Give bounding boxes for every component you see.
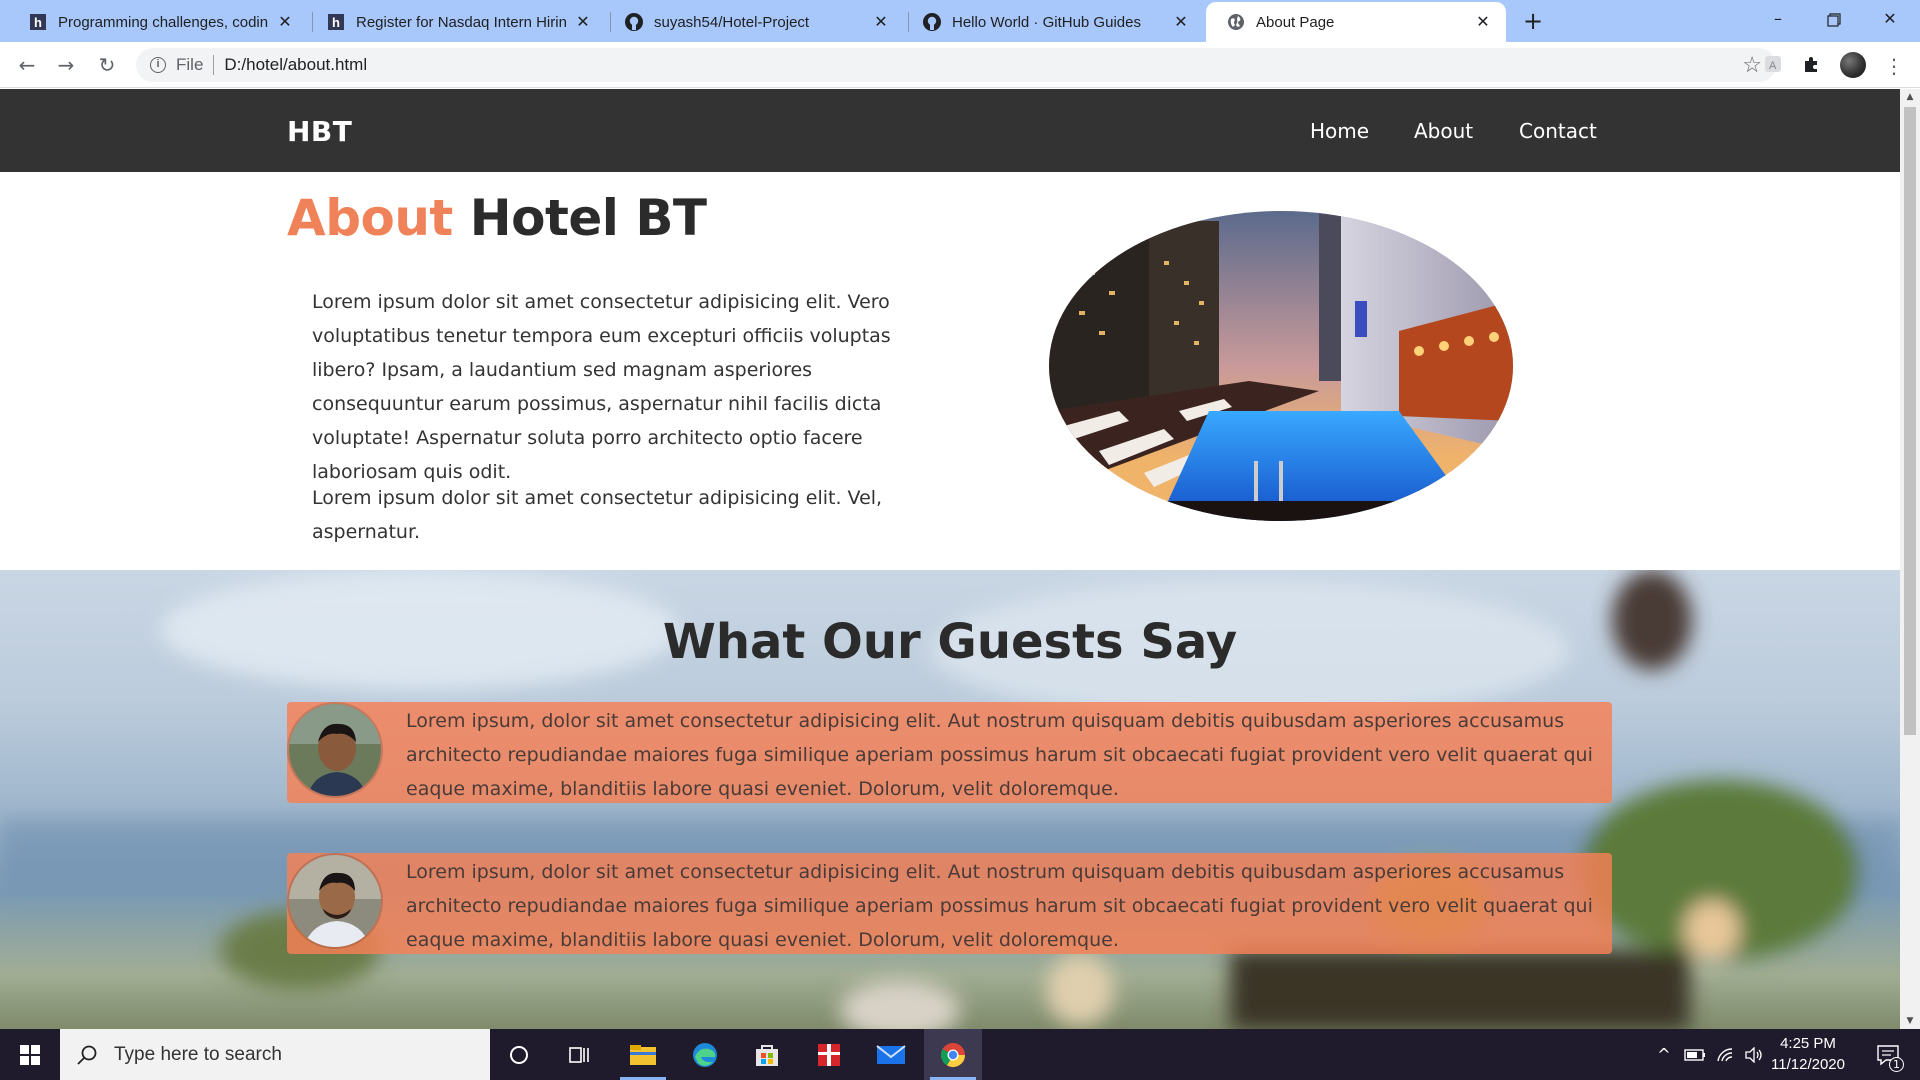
nav-link-home[interactable]: Home [1310, 119, 1369, 143]
search-placeholder: Type here to search [114, 1043, 282, 1065]
browser-toolbar: ← → ↻ i File D:/hotel/about.html ☆ A ⋮ [0, 42, 1920, 88]
reload-button[interactable]: ↻ [93, 51, 121, 79]
profile-avatar[interactable] [1840, 52, 1866, 78]
url-text: D:/hotel/about.html [224, 55, 368, 74]
close-tab-icon[interactable]: ✕ [1474, 13, 1492, 31]
testimonial-text: Lorem ipsum, dolor sit amet consectetur … [406, 710, 1593, 800]
svg-text:h: h [34, 15, 42, 30]
windows-taskbar: Type here to search ^ 4:25 PM 11/12/2020… [0, 1029, 1920, 1080]
tab-title: suyash54/Hotel-Project [654, 13, 810, 31]
menu-kebab-icon[interactable]: ⋮ [1882, 54, 1906, 78]
testimonial-card: Lorem ipsum, dolor sit amet consectetur … [287, 702, 1612, 803]
taskbar-store[interactable] [738, 1029, 796, 1080]
svg-text:A: A [1769, 60, 1777, 72]
task-view-button[interactable] [550, 1029, 608, 1080]
tab-title: Hello World · GitHub Guides [952, 13, 1141, 31]
restore-button[interactable] [1804, 0, 1864, 40]
search-icon [77, 1045, 97, 1065]
windows-logo-icon [20, 1044, 40, 1065]
bookmark-star-icon[interactable]: ☆ [1742, 52, 1762, 78]
guests-section: What Our Guests Say Lorem ipsum, dolor s… [0, 570, 1900, 1029]
close-tab-icon[interactable]: ✕ [1172, 13, 1190, 31]
tab-nasdaq-intern[interactable]: h Register for Nasdaq Intern Hiring ✕ [306, 2, 606, 42]
close-tab-icon[interactable]: ✕ [276, 13, 294, 31]
mail-icon [876, 1044, 906, 1064]
store-bag-icon [756, 1044, 778, 1066]
close-window-button[interactable]: ✕ [1860, 0, 1920, 40]
about-heading: About Hotel BT [287, 189, 707, 247]
address-bar[interactable]: i File D:/hotel/about.html ☆ [136, 48, 1776, 82]
scrollbar-thumb[interactable] [1904, 107, 1916, 735]
about-heading-rest: Hotel BT [469, 189, 707, 247]
wifi-icon[interactable] [1712, 1029, 1740, 1080]
new-tab-button[interactable]: + [1520, 8, 1546, 34]
tab-title: About Page [1256, 13, 1335, 31]
testimonial-text: Lorem ipsum, dolor sit amet consectetur … [406, 861, 1593, 951]
task-view-icon [569, 1046, 589, 1063]
edge-icon [693, 1042, 717, 1067]
taskbar-edge[interactable] [676, 1029, 734, 1080]
clock-date: 11/12/2020 [1771, 1056, 1845, 1073]
github-icon [922, 12, 942, 32]
taskbar-gift-app[interactable] [800, 1029, 858, 1080]
chrome-icon [940, 1042, 965, 1067]
forward-button[interactable]: → [52, 51, 80, 79]
guests-title: What Our Guests Say [662, 614, 1238, 670]
tab-hello-world[interactable]: Hello World · GitHub Guides ✕ [902, 2, 1204, 42]
browser-tab-strip: h Programming challenges, coding ✕ h Reg… [0, 0, 1920, 42]
extension-icon[interactable]: A [1761, 54, 1785, 78]
guest-avatar [287, 853, 383, 949]
about-paragraph-1: Lorem ipsum dolor sit amet consectetur a… [312, 291, 891, 483]
nav-link-contact[interactable]: Contact [1519, 119, 1597, 143]
close-tab-icon[interactable]: ✕ [574, 13, 592, 31]
page-scrollbar[interactable]: ▲ ▼ [1900, 89, 1920, 1029]
url-divider [213, 55, 215, 75]
testimonial-card: Lorem ipsum, dolor sit amet consectetur … [287, 853, 1612, 954]
hackerearth-icon: h [326, 12, 346, 32]
battery-icon[interactable] [1680, 1029, 1710, 1080]
action-center-button[interactable]: 1 [1866, 1029, 1910, 1080]
site-navbar: HBT Home About Contact [0, 89, 1900, 172]
globe-icon [1226, 12, 1246, 32]
github-icon [624, 12, 644, 32]
back-button[interactable]: ← [13, 51, 41, 79]
site-info-icon[interactable]: i [150, 57, 166, 73]
site-brand-logo[interactable]: HBT [287, 115, 352, 148]
scroll-up-arrow-icon[interactable]: ▲ [1900, 89, 1920, 105]
close-tab-icon[interactable]: ✕ [872, 13, 890, 31]
about-paragraph-2: Lorem ipsum dolor sit amet consectetur a… [312, 487, 883, 543]
about-heading-accent: About [287, 189, 453, 247]
tab-title: Programming challenges, coding [58, 13, 268, 31]
hotel-pool-image [1049, 211, 1513, 521]
scroll-down-arrow-icon[interactable]: ▼ [1900, 1013, 1920, 1029]
clock-time: 4:25 PM [1780, 1035, 1836, 1052]
svg-text:h: h [332, 15, 340, 30]
tab-title: Register for Nasdaq Intern Hiring [356, 13, 566, 31]
gift-icon [818, 1043, 840, 1066]
tab-hotel-project[interactable]: suyash54/Hotel-Project ✕ [604, 2, 904, 42]
hackerearth-icon: h [28, 12, 48, 32]
folder-icon [630, 1044, 656, 1065]
cortana-button[interactable] [490, 1029, 548, 1080]
taskbar-mail[interactable] [862, 1029, 920, 1080]
taskbar-file-explorer[interactable] [614, 1029, 672, 1080]
show-hidden-icons-button[interactable]: ^ [1652, 1029, 1676, 1080]
extensions-puzzle-icon[interactable] [1800, 54, 1824, 78]
taskbar-clock[interactable]: 4:25 PM 11/12/2020 [1760, 1033, 1856, 1075]
url-scheme: File [176, 55, 204, 74]
cortana-circle-icon [510, 1045, 528, 1064]
start-button[interactable] [0, 1029, 60, 1080]
tab-programming-challenges[interactable]: h Programming challenges, coding ✕ [8, 2, 308, 42]
taskbar-search[interactable]: Type here to search [60, 1029, 490, 1080]
taskbar-chrome[interactable] [924, 1029, 982, 1080]
nav-link-about[interactable]: About [1414, 119, 1473, 143]
minimize-button[interactable]: – [1748, 0, 1808, 40]
guest-avatar [287, 702, 383, 798]
page-viewport: HBT Home About Contact About Hotel BT Lo… [0, 89, 1900, 1029]
notification-count-badge: 1 [1889, 1057, 1904, 1072]
tab-about-page[interactable]: About Page ✕ [1206, 2, 1506, 42]
